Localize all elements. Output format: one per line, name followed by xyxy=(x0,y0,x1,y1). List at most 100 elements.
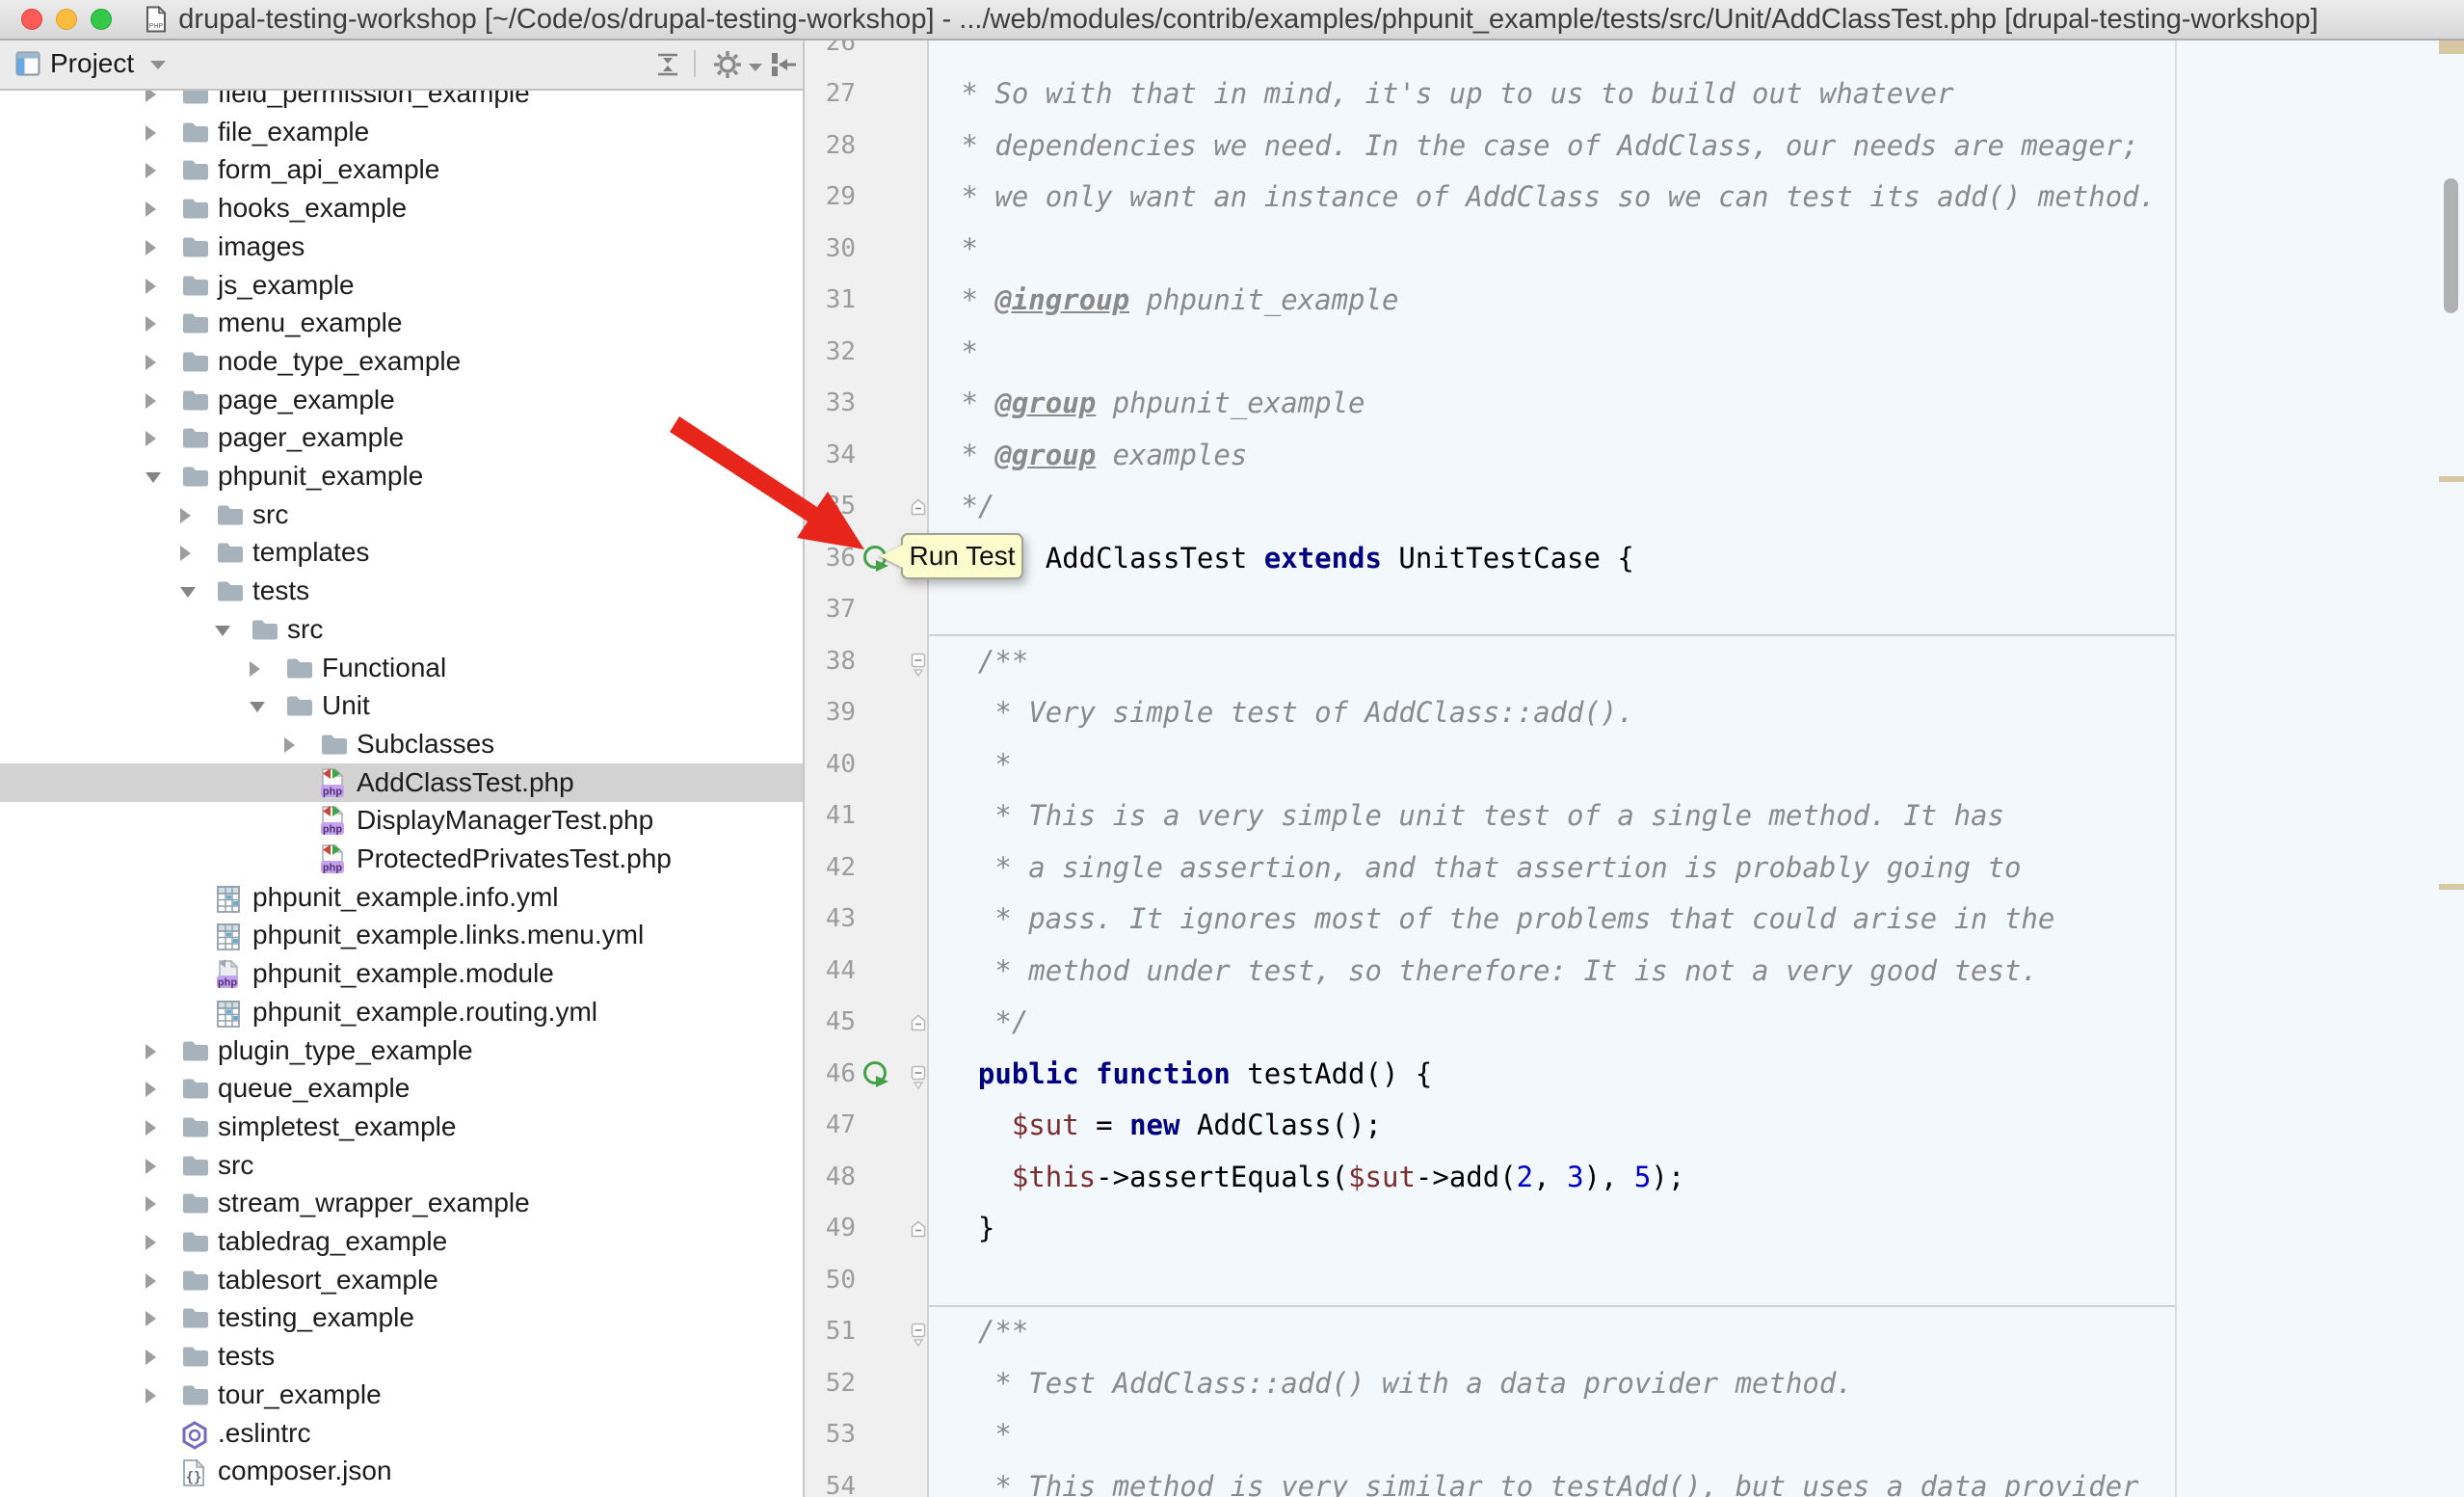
tree-item-src[interactable]: src xyxy=(0,610,803,649)
code-line-54[interactable]: * This method is very similar to testAdd… xyxy=(944,1461,2139,1497)
code-line-43[interactable]: * pass. It ignores most of the problems … xyxy=(944,894,2054,946)
gear-dropdown-icon[interactable] xyxy=(749,64,762,71)
code-line-31[interactable]: * @ingroup phpunit_example xyxy=(944,275,1398,327)
tree-expand-arrow[interactable] xyxy=(146,431,156,446)
tree-item-form-api-example[interactable]: form_api_example xyxy=(0,150,803,189)
tree-item-tablesort-example[interactable]: tablesort_example xyxy=(0,1261,803,1299)
code-line-35[interactable]: */ xyxy=(944,481,994,533)
tree-item-src[interactable]: src xyxy=(0,1146,803,1185)
fold-end-marker[interactable] xyxy=(911,498,926,521)
code-line-42[interactable]: * a single assertion, and that assertion… xyxy=(944,842,2021,895)
tree-expand-arrow[interactable] xyxy=(146,1044,156,1059)
fold-end-marker[interactable] xyxy=(911,1220,926,1243)
tree-item-tests[interactable]: tests xyxy=(0,572,803,610)
code-line-39[interactable]: * Very simple test of AddClass::add(). xyxy=(944,687,1634,739)
gear-icon[interactable] xyxy=(711,48,744,81)
code-line-51[interactable]: /** xyxy=(944,1306,1028,1358)
code-line-47[interactable]: $sut = new AddClass(); xyxy=(944,1100,1382,1152)
chevron-down-icon[interactable] xyxy=(150,61,166,69)
tree-expand-arrow-open[interactable] xyxy=(146,472,161,483)
fold-end-marker[interactable] xyxy=(911,1014,926,1036)
tree-item-displaymanagertest-php[interactable]: phpDisplayManagerTest.php xyxy=(0,801,803,840)
tree-expand-arrow[interactable] xyxy=(146,1273,156,1289)
code-line-36[interactable]: AddClassTest extends UnitTestCase { xyxy=(944,533,1634,585)
tree-item-menu-example[interactable]: menu_example xyxy=(0,304,803,342)
tree-expand-arrow[interactable] xyxy=(146,163,156,178)
tree-item-functional[interactable]: Functional xyxy=(0,649,803,687)
tree-expand-arrow[interactable] xyxy=(180,508,191,523)
tree-expand-arrow[interactable] xyxy=(146,1388,156,1403)
tree-item-stream-wrapper-example[interactable]: stream_wrapper_example xyxy=(0,1184,803,1222)
code-line-29[interactable]: * we only want an instance of AddClass s… xyxy=(944,172,2156,224)
run-test-label[interactable]: Run Test xyxy=(910,541,1016,572)
run-test-tooltip[interactable]: Run Test xyxy=(901,533,1023,579)
code-line-41[interactable]: * This is a very simple unit test of a s… xyxy=(944,790,2004,842)
tree-expand-arrow[interactable] xyxy=(146,355,156,370)
code-line-27[interactable]: * So with that in mind, it's up to us to… xyxy=(944,68,1954,120)
tree-expand-arrow[interactable] xyxy=(146,201,156,217)
tree-expand-arrow[interactable] xyxy=(146,1159,156,1174)
tree-expand-arrow[interactable] xyxy=(146,316,156,332)
tree-item-addclasstest-php[interactable]: phpAddClassTest.php xyxy=(0,763,803,802)
tree-item-page-example[interactable]: page_example xyxy=(0,381,803,419)
tree-item--eslintrc[interactable]: .eslintrc xyxy=(0,1414,803,1453)
fold-start-marker[interactable] xyxy=(911,1065,926,1095)
hide-panel-button[interactable] xyxy=(767,48,800,81)
code-line-49[interactable]: } xyxy=(944,1203,994,1255)
code-line-44[interactable]: * method under test, so therefore: It is… xyxy=(944,946,2038,998)
error-stripe-mark[interactable] xyxy=(2439,40,2464,54)
fold-start-marker[interactable] xyxy=(911,653,926,682)
tree-expand-arrow[interactable] xyxy=(146,279,156,294)
tree-item-phpunit-example-info-yml[interactable]: phpunit_example.info.yml xyxy=(0,878,803,917)
tree-expand-arrow[interactable] xyxy=(284,737,295,753)
tree-expand-arrow[interactable] xyxy=(146,1350,156,1365)
tree-expand-arrow-open[interactable] xyxy=(180,587,196,598)
tree-expand-arrow[interactable] xyxy=(146,1120,156,1136)
error-stripe-mark[interactable] xyxy=(2439,884,2464,890)
tree-item-phpunit-example-links-menu-yml[interactable]: phpunit_example.links.menu.yml xyxy=(0,916,803,954)
tree-item-tests[interactable]: tests xyxy=(0,1337,803,1376)
tree-item-phpunit-example[interactable]: phpunit_example xyxy=(0,457,803,495)
tree-expand-arrow[interactable] xyxy=(146,240,156,255)
tree-expand-arrow[interactable] xyxy=(146,1196,156,1212)
tree-item-pager-example[interactable]: pager_example xyxy=(0,418,803,457)
editor-scrollbar[interactable] xyxy=(2444,178,2458,313)
code-line-28[interactable]: * dependencies we need. In the case of A… xyxy=(944,120,2139,173)
tree-item-testing-example[interactable]: testing_example xyxy=(0,1298,803,1337)
code-line-38[interactable]: /** xyxy=(944,636,1028,688)
tree-item-composer-json[interactable]: {}composer.json xyxy=(0,1452,803,1490)
tree-expand-arrow[interactable] xyxy=(180,546,191,561)
run-test-gutter-icon[interactable] xyxy=(862,1060,891,1094)
tree-item-images[interactable]: images xyxy=(0,227,803,266)
tree-expand-arrow-open[interactable] xyxy=(250,702,265,712)
tree-item-protectedprivatestest-php[interactable]: phpProtectedPrivatesTest.php xyxy=(0,840,803,878)
tree-item-plugin-type-example[interactable]: plugin_type_example xyxy=(0,1031,803,1070)
tree-expand-arrow[interactable] xyxy=(146,125,156,141)
tree-item-templates[interactable]: templates xyxy=(0,533,803,572)
tree-item-simpletest-example[interactable]: simpletest_example xyxy=(0,1108,803,1146)
code-line-46[interactable]: public function testAdd() { xyxy=(944,1049,1432,1101)
code-line-52[interactable]: * Test AddClass::add() with a data provi… xyxy=(944,1358,1853,1410)
code-editor[interactable]: * So with that in mind, it's up to us to… xyxy=(803,39,2464,1497)
fold-start-marker[interactable] xyxy=(911,1323,926,1352)
tree-item-file-example[interactable]: file_example xyxy=(0,113,803,151)
tree-expand-arrow[interactable] xyxy=(250,661,260,677)
tree-item-queue-example[interactable]: queue_example xyxy=(0,1069,803,1108)
code-line-33[interactable]: * @group phpunit_example xyxy=(944,378,1365,430)
code-line-32[interactable]: * xyxy=(944,327,978,379)
tree-item-subclasses[interactable]: Subclasses xyxy=(0,725,803,763)
tree-item-src[interactable]: src xyxy=(0,495,803,534)
code-line-48[interactable]: $this->assertEquals($sut->add(2, 3), 5); xyxy=(944,1152,1684,1204)
tree-expand-arrow[interactable] xyxy=(146,1311,156,1326)
tree-item-node-type-example[interactable]: node_type_example xyxy=(0,342,803,381)
tree-item-phpunit-example-routing-yml[interactable]: phpunit_example.routing.yml xyxy=(0,993,803,1031)
error-stripe-mark[interactable] xyxy=(2439,476,2464,482)
tree-expand-arrow[interactable] xyxy=(146,1082,156,1097)
code-line-40[interactable]: * xyxy=(944,739,1012,791)
tree-item-tabledrag-example[interactable]: tabledrag_example xyxy=(0,1222,803,1261)
tree-item-hooks-example[interactable]: hooks_example xyxy=(0,189,803,227)
tree-expand-arrow[interactable] xyxy=(146,393,156,409)
tree-expand-arrow-open[interactable] xyxy=(215,626,230,636)
tree-item-phpunit-example-module[interactable]: phpphpunit_example.module xyxy=(0,954,803,993)
code-line-53[interactable]: * xyxy=(944,1409,1012,1461)
